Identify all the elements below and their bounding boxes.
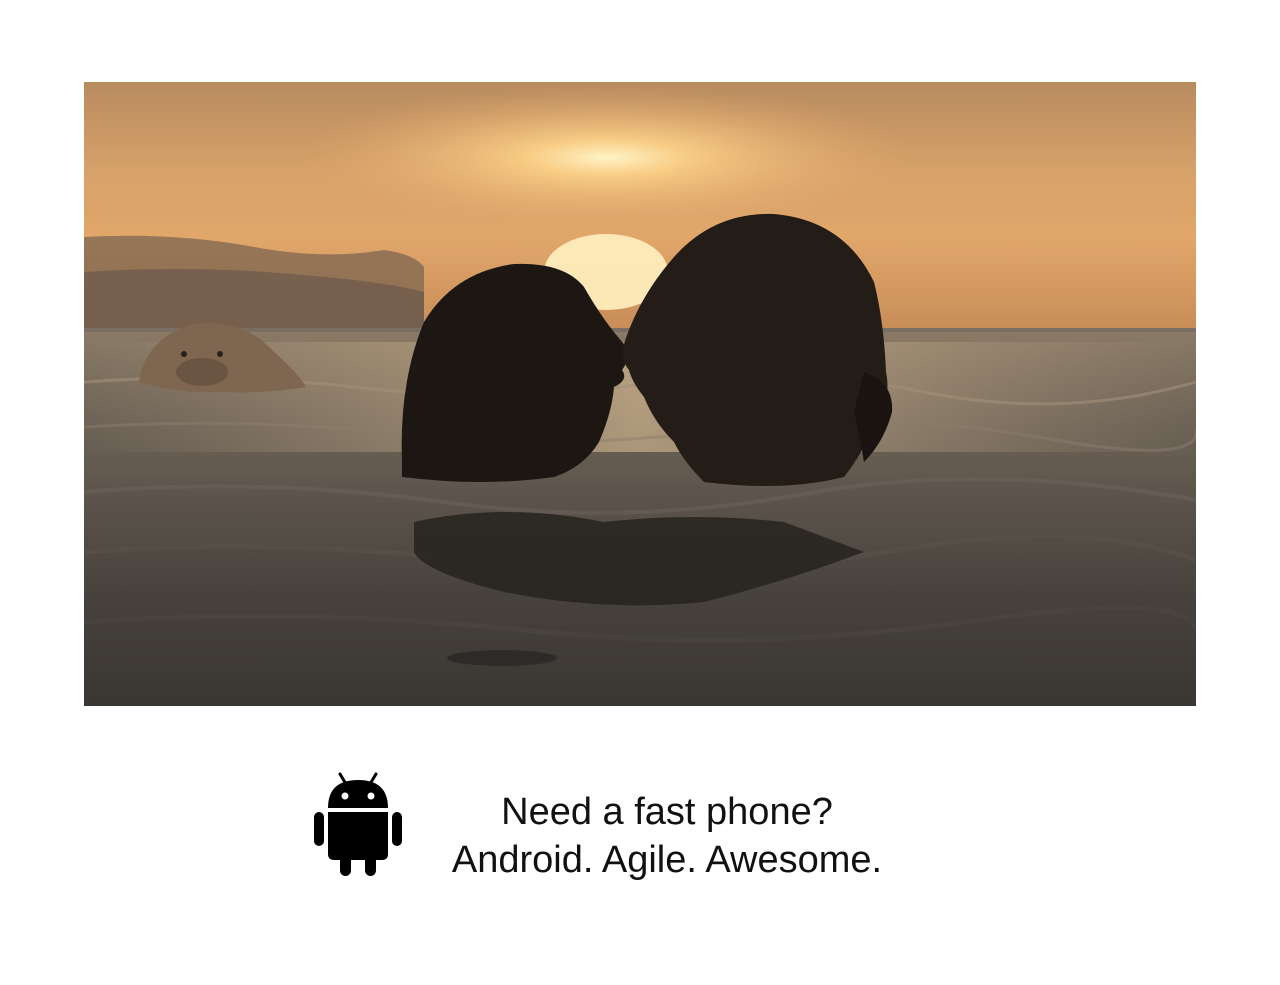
tagline-line-2: Android. Agile. Awesome.	[451, 839, 883, 881]
hero-photo	[84, 82, 1196, 706]
android-robot-icon	[312, 770, 404, 878]
ad-banner: Need a fast phone? Android. Agile. Aweso…	[312, 770, 932, 881]
tagline: Need a fast phone? Android. Agile. Aweso…	[422, 788, 912, 884]
sunset-ocean-photo-icon	[84, 82, 1196, 706]
tagline-line-1: Need a fast phone?	[501, 791, 833, 833]
